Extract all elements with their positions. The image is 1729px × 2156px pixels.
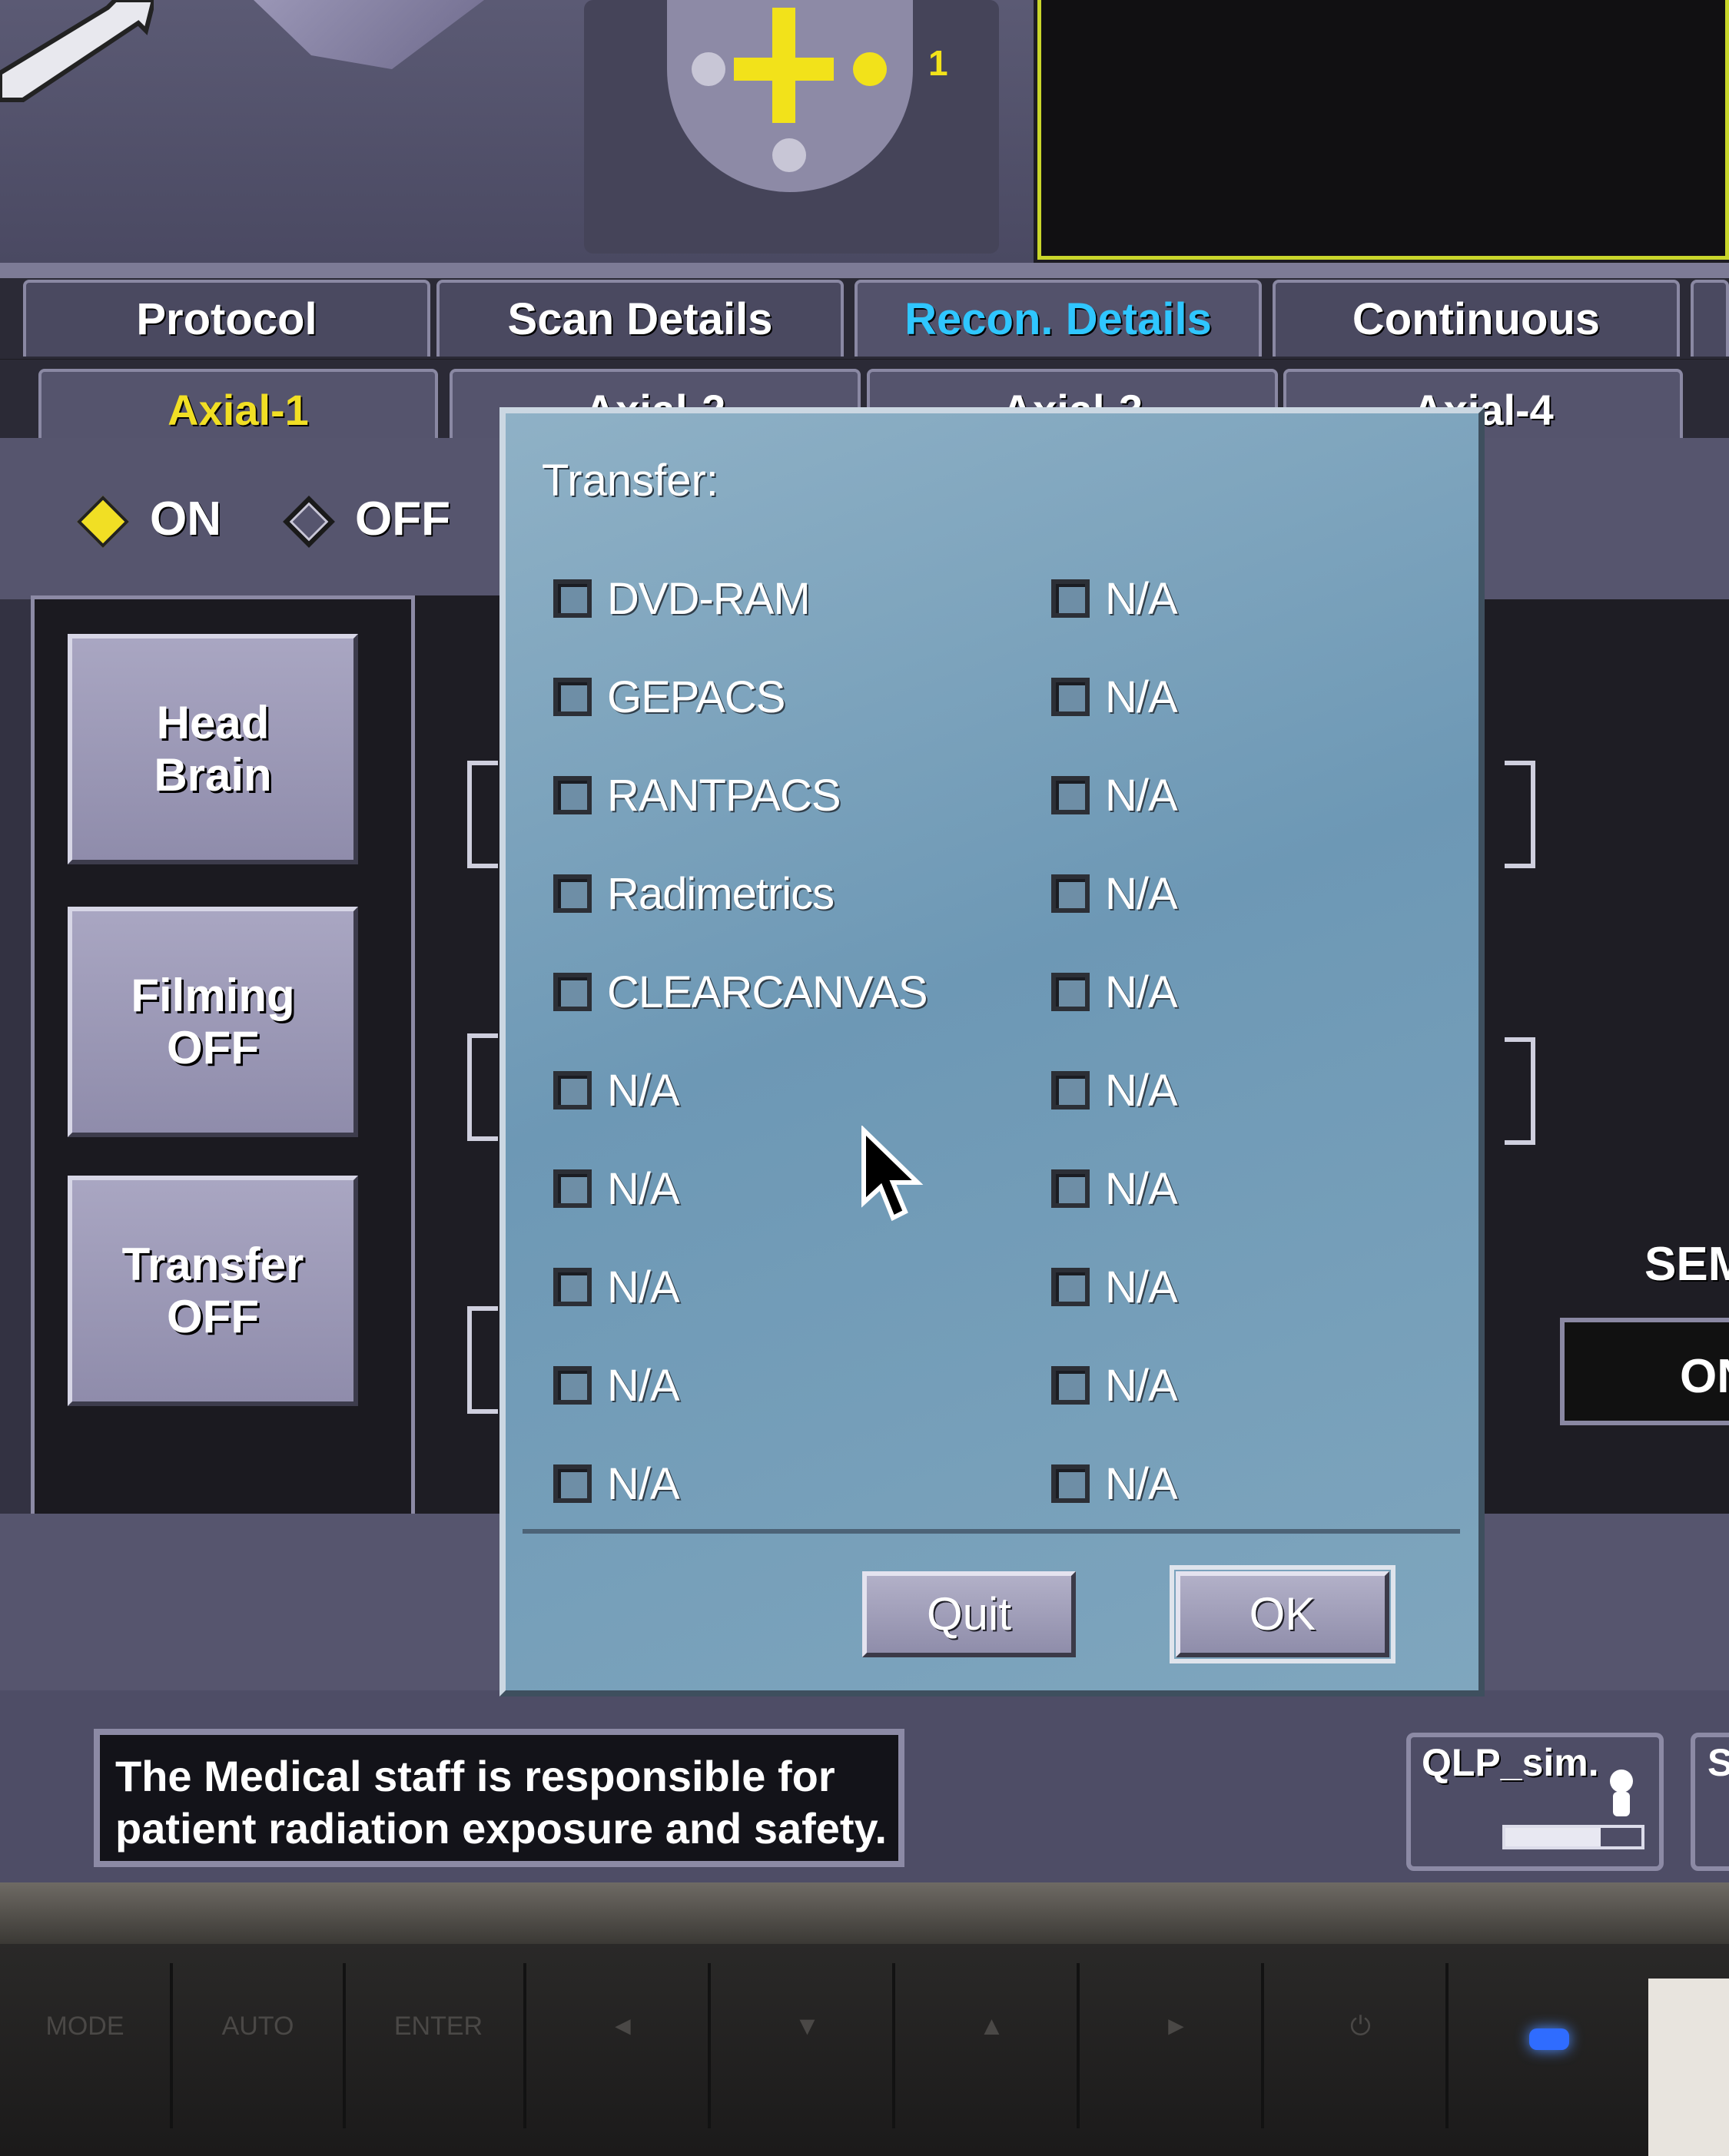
power-led-icon — [1529, 2028, 1569, 2050]
on-radio-label[interactable]: ON — [150, 492, 221, 546]
monitor-right-button[interactable]: ► — [1091, 1963, 1264, 2128]
bracket-indicator — [467, 1033, 498, 1141]
sem-label: SEM — [1644, 1238, 1729, 1291]
off-radio-label[interactable]: OFF — [355, 492, 450, 546]
transfer-option[interactable]: N/A — [553, 1435, 1014, 1533]
bracket-indicator — [467, 761, 498, 868]
crosshair-icon — [772, 8, 795, 123]
transfer-option[interactable]: N/A — [1051, 844, 1435, 943]
position-marker-icon — [772, 138, 806, 172]
warning-line: patient radiation exposure and safety. — [115, 1804, 888, 1853]
transfer-option-clearcanvas[interactable]: CLEARCANVAS — [553, 943, 1014, 1041]
monitor-bezel-edge — [0, 1882, 1729, 1944]
transfer-option[interactable]: N/A — [1051, 943, 1435, 1041]
checkbox-icon[interactable] — [553, 678, 592, 716]
monitor-enter-button[interactable]: ENTER — [353, 1963, 526, 2128]
monitor-power-button[interactable]: ⏻ — [1276, 1963, 1449, 2128]
checkbox-icon[interactable] — [1051, 678, 1090, 716]
checkbox-icon[interactable] — [1051, 1366, 1090, 1405]
transfer-option-gepacs[interactable]: GEPACS — [553, 648, 1014, 746]
transfer-option-rantpacs[interactable]: RANTPACS — [553, 746, 1014, 844]
transfer-option[interactable]: N/A — [553, 1041, 1014, 1139]
checkbox-icon[interactable] — [553, 1169, 592, 1208]
bracket-indicator — [1505, 1037, 1535, 1145]
transfer-option[interactable]: N/A — [553, 1336, 1014, 1435]
quit-button[interactable]: Quit — [862, 1571, 1076, 1657]
monitor-auto-button[interactable]: AUTO — [173, 1963, 346, 2128]
checkbox-icon[interactable] — [553, 1464, 592, 1503]
image-preview — [1037, 0, 1729, 260]
monitor-mode-button[interactable]: MODE — [0, 1963, 173, 2128]
tab-protocol[interactable]: Protocol — [23, 280, 430, 357]
checkbox-icon[interactable] — [1051, 1464, 1090, 1503]
monitor-left-button[interactable]: ◄ — [538, 1963, 711, 2128]
background-object — [1648, 1979, 1729, 2156]
mouse-cursor-icon — [861, 1126, 924, 1222]
transfer-option[interactable]: N/A — [553, 1139, 1014, 1238]
tab-more[interactable] — [1691, 280, 1729, 357]
subtab-axial-1[interactable]: Axial-1 — [38, 369, 438, 446]
checkbox-icon[interactable] — [553, 1071, 592, 1110]
checkbox-icon[interactable] — [553, 1366, 592, 1405]
orientation-arrow-icon — [0, 0, 154, 102]
checkbox-icon[interactable] — [553, 973, 592, 1011]
warning-line: The Medical staff is responsible for — [115, 1752, 835, 1800]
checkbox-icon[interactable] — [1051, 1071, 1090, 1110]
checkbox-icon[interactable] — [553, 874, 592, 913]
monitor-up-button[interactable]: ▲ — [907, 1963, 1080, 2128]
left-edge-strip — [0, 599, 31, 1521]
tab-continuous[interactable]: Continuous — [1273, 280, 1680, 357]
transfer-button[interactable]: Transfer OFF — [68, 1176, 358, 1406]
transfer-option[interactable]: N/A — [1051, 1435, 1435, 1533]
dial-position-label: 1 — [928, 43, 948, 83]
bracket-indicator — [467, 1306, 498, 1414]
dialog-title: Transfer: — [542, 456, 718, 506]
transfer-option[interactable]: N/A — [553, 1238, 1014, 1336]
secondary-status-label: S — [1707, 1741, 1729, 1784]
head-brain-button[interactable]: Head Brain — [68, 634, 358, 864]
transfer-option[interactable]: N/A — [1051, 746, 1435, 844]
tab-recon-details[interactable]: Recon. Details — [855, 280, 1262, 357]
transfer-option-dvd-ram[interactable]: DVD-RAM — [553, 549, 1014, 648]
user-name: QLP_sim. — [1422, 1741, 1599, 1784]
checkbox-icon[interactable] — [553, 579, 592, 618]
transfer-option[interactable]: N/A — [1051, 1041, 1435, 1139]
checkbox-icon[interactable] — [1051, 579, 1090, 618]
checkbox-icon[interactable] — [1051, 1169, 1090, 1208]
sem-toggle-button[interactable]: ON — [1560, 1318, 1729, 1425]
user-icon — [1610, 1770, 1633, 1816]
checkbox-icon[interactable] — [1051, 1268, 1090, 1306]
checkbox-icon[interactable] — [1051, 973, 1090, 1011]
tab-scan-details[interactable]: Scan Details — [436, 280, 844, 357]
radiation-warning: The Medical staff is responsible for pat… — [94, 1729, 904, 1867]
checkbox-icon[interactable] — [1051, 776, 1090, 814]
checkbox-icon[interactable] — [1051, 874, 1090, 913]
dialog-separator — [523, 1529, 1460, 1534]
position-marker-icon — [692, 52, 725, 86]
transfer-option[interactable]: N/A — [1051, 648, 1435, 746]
checkbox-icon[interactable] — [553, 776, 592, 814]
progress-meter-fill — [1505, 1828, 1601, 1846]
transfer-option[interactable]: N/A — [1051, 549, 1435, 648]
monitor-down-button[interactable]: ▼ — [722, 1963, 895, 2128]
transfer-option[interactable]: N/A — [1051, 1238, 1435, 1336]
bracket-indicator — [1505, 761, 1535, 868]
transfer-option-radimetrics[interactable]: Radimetrics — [553, 844, 1014, 943]
left-option-column: DVD-RAM GEPACS RANTPACS Radimetrics CLEA… — [553, 549, 1014, 1533]
position-marker-icon — [853, 52, 887, 86]
checkbox-icon[interactable] — [553, 1268, 592, 1306]
right-option-column: N/A N/A N/A N/A N/A N/A N/A N/A N/A N/A — [1051, 549, 1435, 1533]
filming-button[interactable]: Filming OFF — [68, 907, 358, 1137]
transfer-option[interactable]: N/A — [1051, 1336, 1435, 1435]
transfer-option[interactable]: N/A — [1051, 1139, 1435, 1238]
panel-divider — [0, 263, 1729, 278]
ok-button[interactable]: OK — [1170, 1565, 1395, 1663]
